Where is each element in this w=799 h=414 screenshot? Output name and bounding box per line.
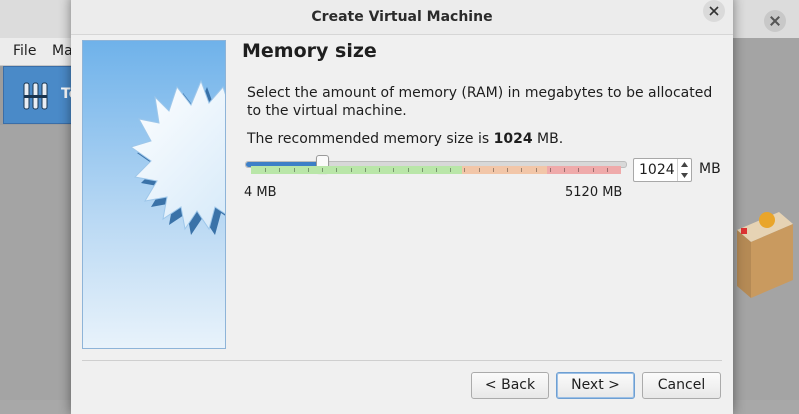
cancel-button[interactable]: Cancel [642,372,721,399]
next-button[interactable]: Next > [556,372,635,399]
close-button[interactable] [703,0,725,22]
chevron-down-icon [681,173,688,178]
increase-button[interactable] [678,159,691,170]
scale-tick [279,168,280,172]
scale-tick [308,168,309,172]
recommend-suffix: MB. [532,131,564,147]
memory-description: Select the amount of memory (RAM) in meg… [247,85,713,119]
starburst-illustration [83,41,225,348]
background-close-icon[interactable] [764,10,786,32]
scale-tick [351,168,352,172]
scale-orange-zone [462,166,547,174]
background-left-pane [0,125,72,400]
memory-value-input[interactable]: 1024 [639,162,675,178]
scale-tick [479,168,480,172]
scale-tick [464,168,465,172]
scale-tick [336,168,337,172]
memory-scale [251,166,621,174]
scale-tick [493,168,494,172]
page-heading: Memory size [242,40,377,62]
recommended-memory-text: The recommended memory size is 1024 MB. [247,131,563,147]
scale-tick [536,168,537,172]
recommend-prefix: The recommended memory size is [247,131,494,147]
scale-tick [507,168,508,172]
button-separator [82,360,722,361]
memory-spinbox[interactable]: 1024 [633,158,692,182]
memory-max-label: 5120 MB [565,185,623,200]
scale-tick [436,168,437,172]
memory-min-label: 4 MB [244,185,277,200]
wizard-side-image [82,40,226,349]
back-button[interactable]: < Back [471,372,549,399]
scale-tick [294,168,295,172]
menu-file[interactable]: File [13,43,36,59]
memory-spin-buttons [677,159,691,181]
scale-tick [422,168,423,172]
recommend-value: 1024 [493,131,533,147]
tools-item[interactable]: To [3,66,78,124]
chevron-up-icon [681,162,688,167]
scale-tick [322,168,323,172]
scale-red-zone [547,166,621,174]
scale-tick [450,168,451,172]
scale-tick [365,168,366,172]
scale-green-zone [251,166,462,174]
decrease-button[interactable] [678,170,691,181]
scale-tick [379,168,380,172]
create-vm-dialog: Create Virtual Machine Memory size Selec… [71,0,733,414]
scale-tick [521,168,522,172]
memory-unit-label: MB [699,161,721,177]
menu-machine[interactable]: Ma [52,43,73,59]
scale-tick [550,168,551,172]
scale-tick [408,168,409,172]
scale-tick [265,168,266,172]
dialog-titlebar: Create Virtual Machine [71,0,733,35]
scale-tick [607,168,608,172]
scale-tick [393,168,394,172]
tools-icon [23,82,48,110]
dialog-title: Create Virtual Machine [311,9,493,25]
scale-tick [593,168,594,172]
scale-tick [578,168,579,172]
toolbox-icon [737,212,793,298]
scale-tick [564,168,565,172]
close-icon [709,6,719,16]
